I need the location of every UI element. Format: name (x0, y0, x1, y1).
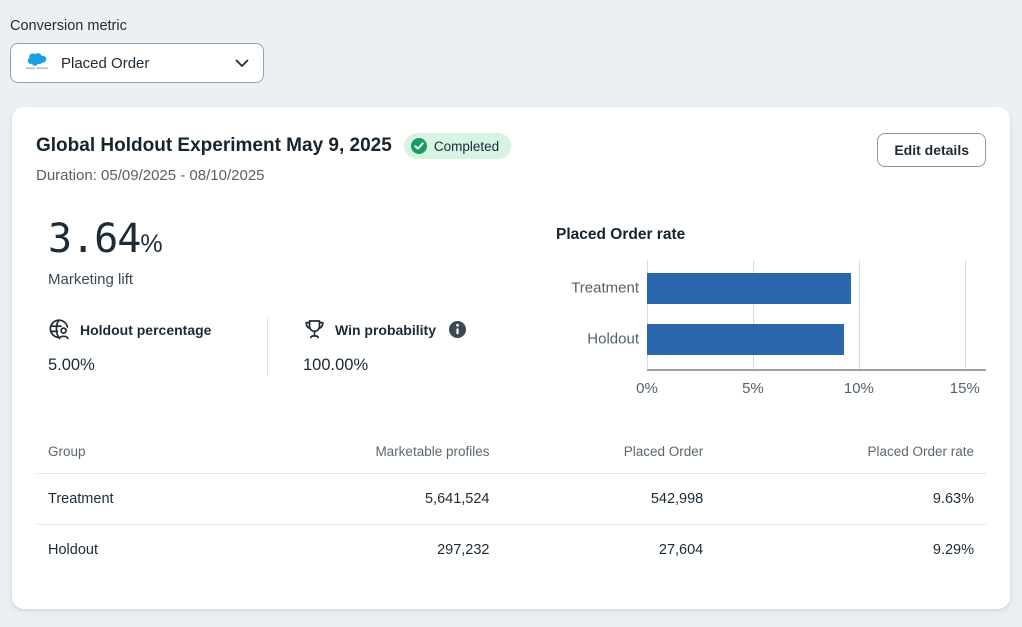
column-header-placed-order: Placed Order (502, 438, 716, 473)
cell-placed-order-rate: 9.63% (715, 474, 986, 524)
commerce-cloud-logo-icon (25, 53, 49, 73)
category-label: Treatment (571, 280, 639, 297)
marketing-lift-label: Marketing lift (48, 271, 506, 288)
cell-marketable-profiles: 5,641,524 (226, 474, 502, 524)
card-header: Global Holdout Experiment May 9, 2025 Co… (36, 133, 986, 184)
conversion-metric-dropdown[interactable]: Placed Order (10, 43, 264, 83)
marketing-lift-value: 3.64% (48, 216, 506, 262)
status-badge-label: Completed (434, 139, 499, 154)
column-header-marketable-profiles: Marketable profiles (226, 438, 502, 473)
column-header-group: Group (36, 438, 226, 473)
placed-order-rate-chart: Placed Order rate Treatment Holdout 0% (554, 216, 986, 402)
globe-audience-icon (48, 318, 71, 341)
experiment-title: Global Holdout Experiment May 9, 2025 (36, 135, 392, 157)
win-probability-stat: Win probability 100.00% (303, 318, 467, 375)
win-probability-label: Win probability (335, 322, 436, 338)
check-circle-icon (410, 137, 428, 155)
holdout-percentage-label: Holdout percentage (80, 322, 211, 338)
conversion-metric-section: Conversion metric Placed Order (0, 0, 1022, 83)
cell-placed-order: 542,998 (502, 474, 716, 524)
experiment-duration: Duration: 05/09/2025 - 08/10/2025 (36, 167, 877, 184)
bar-treatment[interactable] (647, 273, 851, 304)
holdout-percentage-stat: Holdout percentage 5.00% (48, 318, 267, 375)
column-header-placed-order-rate: Placed Order rate (715, 438, 986, 473)
stats-column: 3.64% Marketing lift (36, 216, 506, 402)
cell-placed-order-rate: 9.29% (715, 525, 986, 575)
vertical-divider (267, 318, 268, 375)
gridline (859, 260, 860, 371)
chart-plot-area (647, 260, 986, 371)
win-probability-value: 100.00% (303, 356, 467, 375)
category-label: Holdout (587, 331, 639, 348)
chart-x-axis-labels: 0% 5% 10% 15% (647, 380, 986, 402)
experiment-card: Global Holdout Experiment May 9, 2025 Co… (12, 107, 1010, 609)
gridline (965, 260, 966, 371)
bar-holdout[interactable] (647, 324, 844, 355)
holdout-percentage-value: 5.00% (48, 356, 267, 375)
status-badge: Completed (404, 133, 511, 159)
x-axis-line (647, 369, 986, 371)
x-tick-label: 5% (742, 380, 764, 397)
info-icon[interactable] (448, 320, 467, 339)
x-tick-label: 0% (636, 380, 658, 397)
conversion-metric-value: Placed Order (61, 55, 149, 72)
trophy-icon (303, 318, 326, 341)
table-row-holdout: Holdout 297,232 27,604 9.29% (36, 525, 986, 575)
chart-title: Placed Order rate (556, 226, 986, 244)
conversion-metric-label: Conversion metric (10, 18, 1012, 34)
cell-marketable-profiles: 297,232 (226, 525, 502, 575)
cell-group: Treatment (36, 474, 226, 524)
results-table: Group Marketable profiles Placed Order P… (36, 438, 986, 575)
chart-category-labels: Treatment Holdout (554, 260, 647, 371)
cell-placed-order: 27,604 (502, 525, 716, 575)
edit-details-button[interactable]: Edit details (877, 133, 986, 167)
chevron-down-icon (235, 59, 249, 68)
table-row-treatment: Treatment 5,641,524 542,998 9.63% (36, 474, 986, 525)
cell-group: Holdout (36, 525, 226, 575)
x-tick-label: 15% (950, 380, 980, 397)
x-tick-label: 10% (844, 380, 874, 397)
